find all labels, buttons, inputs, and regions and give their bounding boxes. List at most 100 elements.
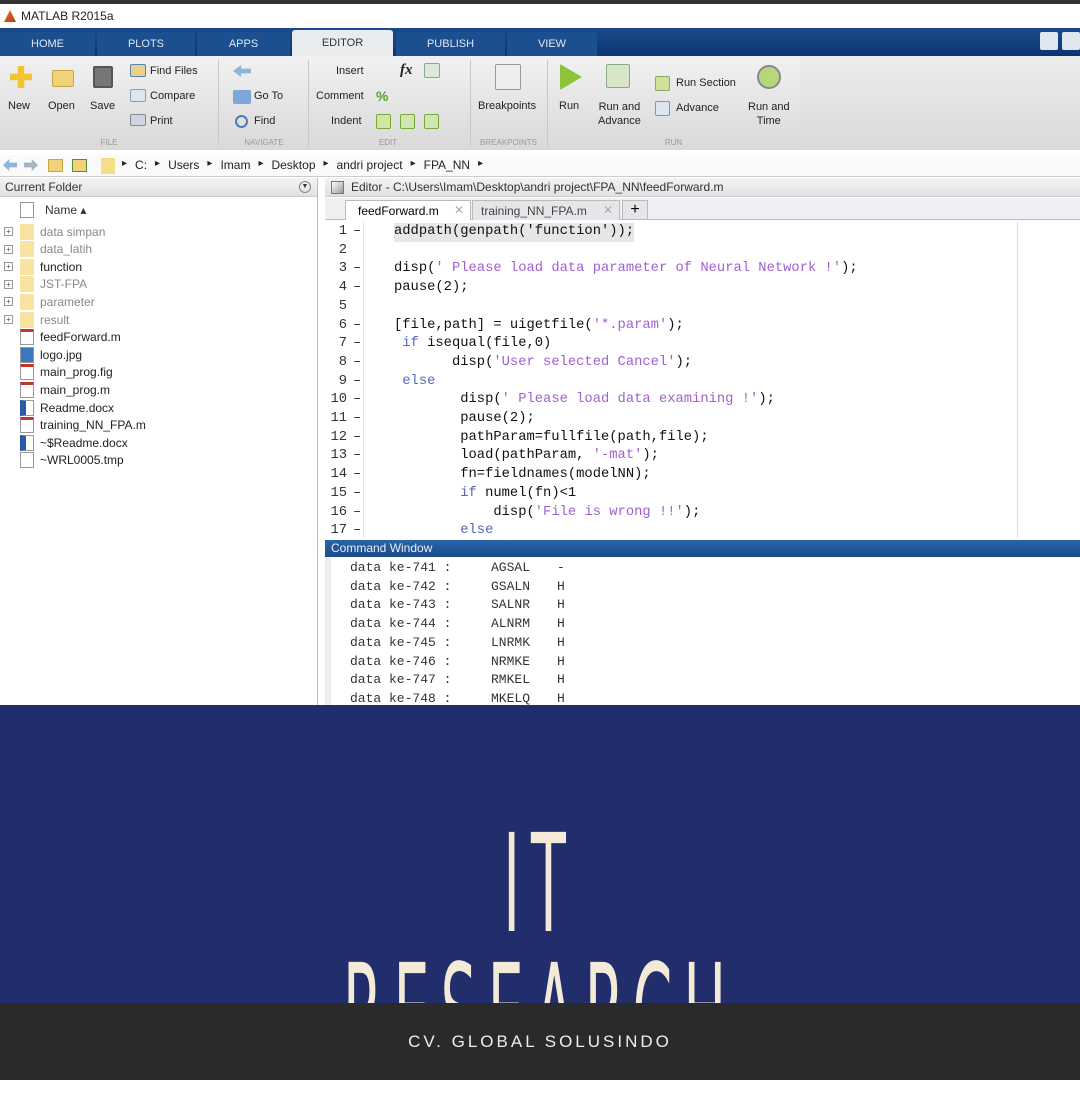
breadcrumb-item[interactable]: FPA_NN (424, 158, 470, 172)
fx-icon[interactable]: fx (400, 62, 413, 79)
code-line[interactable]: 8– disp('User selected Cancel'); (325, 354, 1080, 373)
code-line[interactable]: 6– [file,path] = uigetfile('*.param'); (325, 317, 1080, 336)
code-line[interactable]: 7– if isequal(file,0) (325, 335, 1080, 354)
up-folder-icon[interactable] (48, 159, 63, 172)
breakpoint-marker[interactable]: – (353, 335, 361, 354)
code-line[interactable]: 4– pause(2); (325, 279, 1080, 298)
code-line[interactable]: 12– pathParam=fullfile(path,file); (325, 429, 1080, 448)
file-list-item[interactable]: + parameter (0, 293, 318, 310)
breakpoint-marker[interactable]: – (353, 429, 361, 448)
go-to-button[interactable]: Go To (254, 90, 283, 102)
code-line[interactable]: 3– disp(' Please load data parameter of N… (325, 260, 1080, 279)
code-line[interactable]: 5 (325, 298, 1080, 317)
code-line[interactable]: 10– disp(' Please load data examining !'… (325, 391, 1080, 410)
editor-tab-feedforward[interactable]: feedForward.m ✕ (345, 200, 471, 220)
breakpoint-marker[interactable]: – (353, 317, 361, 336)
increase-indent-icon[interactable] (400, 114, 415, 129)
tab-home[interactable]: HOME (0, 32, 95, 56)
save-button[interactable]: Save (90, 100, 115, 112)
breakpoints-icon[interactable] (495, 64, 521, 90)
breakpoint-marker[interactable]: – (353, 410, 361, 429)
breakpoint-marker[interactable]: – (353, 466, 361, 485)
advance-button[interactable]: Advance (676, 102, 719, 114)
code-line[interactable]: 1– addpath(genpath('function')); (325, 223, 1080, 242)
command-window[interactable]: Command Window data ke-741 : AGSAL - data k… (325, 540, 1080, 706)
expand-icon[interactable]: + (4, 262, 13, 272)
breakpoint-marker[interactable]: – (353, 279, 361, 298)
file-list-item[interactable]: Readme.docx (0, 399, 318, 416)
tab-plots[interactable]: PLOTS (97, 32, 195, 56)
comment-percent-icon[interactable]: % (376, 88, 388, 104)
expand-icon[interactable]: + (4, 279, 13, 289)
breakpoint-marker[interactable]: – (353, 522, 361, 538)
panel-menu-icon[interactable]: ▼ (299, 181, 311, 193)
run-and-time-icon[interactable] (757, 65, 781, 89)
run-and-time-button[interactable]: Run and Time (748, 100, 790, 128)
breakpoints-button[interactable]: Breakpoints (478, 100, 536, 112)
open-folder-icon[interactable] (52, 70, 74, 87)
file-list-item[interactable]: feedForward.m (0, 329, 318, 346)
breakpoint-marker[interactable]: – (353, 391, 361, 410)
file-list-item[interactable]: main_prog.m (0, 381, 318, 398)
breadcrumb-item[interactable]: andri project (337, 158, 403, 172)
insert-function-icon[interactable] (424, 63, 440, 78)
tab-view[interactable]: VIEW (507, 32, 597, 56)
breadcrumb-separator-icon[interactable]: ▸ (155, 158, 160, 172)
breakpoint-marker[interactable]: – (353, 260, 361, 279)
browse-folder-icon[interactable] (72, 159, 87, 172)
file-list-item[interactable]: ~WRL0005.tmp (0, 452, 318, 469)
new-button[interactable]: New (8, 100, 30, 112)
run-button[interactable]: Run (559, 100, 579, 112)
tab-apps[interactable]: APPS (197, 32, 290, 56)
save-disk-icon[interactable] (93, 66, 113, 88)
editor-tab-training[interactable]: training_NN_FPA.m ✕ (472, 200, 620, 220)
breakpoint-marker[interactable]: – (353, 485, 361, 504)
breadcrumb-item[interactable]: Desktop (271, 158, 315, 172)
breadcrumb-separator-icon[interactable]: ▸ (411, 158, 416, 172)
find-button[interactable]: Find (254, 115, 275, 127)
expand-icon[interactable]: + (4, 227, 13, 236)
close-tab-icon[interactable]: ✕ (454, 203, 464, 217)
find-files-button[interactable]: Find Files (150, 65, 198, 77)
file-list-item[interactable]: logo.jpg (0, 346, 318, 363)
smart-indent-icon[interactable] (376, 114, 391, 129)
file-list-item[interactable]: + result (0, 311, 318, 328)
breadcrumb-separator-icon[interactable]: ▸ (324, 158, 329, 172)
code-line[interactable]: 14– fn=fieldnames(modelNN); (325, 466, 1080, 485)
breadcrumb-separator-icon[interactable]: ▸ (207, 158, 212, 172)
code-line[interactable]: 16– disp('File is wrong !!'); (325, 504, 1080, 523)
tab-publish[interactable]: PUBLISH (396, 32, 505, 56)
breadcrumb-separator-icon[interactable]: ▸ (478, 158, 483, 172)
breakpoint-marker[interactable]: – (353, 504, 361, 523)
code-line[interactable]: 9– else (325, 373, 1080, 392)
breadcrumb-item[interactable]: Imam (220, 158, 250, 172)
run-section-button[interactable]: Run Section (676, 77, 736, 89)
run-and-advance-button[interactable]: Run and Advance (598, 100, 641, 128)
expand-icon[interactable]: + (4, 297, 13, 307)
name-column-header[interactable]: Name ▴ (45, 203, 86, 217)
file-list-item[interactable]: training_NN_FPA.m (0, 417, 318, 434)
file-list-item[interactable]: ~$Readme.docx (0, 434, 318, 451)
save-quick-icon[interactable] (1062, 32, 1080, 50)
code-line[interactable]: 17– else (325, 522, 1080, 538)
open-button[interactable]: Open (48, 100, 75, 112)
code-line[interactable]: 13– load(pathParam, '-mat'); (325, 447, 1080, 466)
breakpoint-marker[interactable]: – (353, 373, 361, 392)
file-list-item[interactable]: + data simpan (0, 223, 318, 240)
address-bar[interactable]: ▸ C: ▸ Users ▸ Imam ▸ Desktop ▸ andri project ▸ FPA… (0, 155, 1080, 177)
expand-icon[interactable]: + (4, 244, 13, 254)
breadcrumb-separator-icon[interactable]: ▸ (122, 158, 127, 172)
breadcrumb-separator-icon[interactable]: ▸ (258, 158, 263, 172)
file-list-item[interactable]: + data_latih (0, 241, 318, 258)
forward-icon[interactable] (24, 159, 38, 171)
new-tab-icon[interactable]: + (622, 200, 648, 220)
file-list-item[interactable]: main_prog.fig (0, 364, 318, 381)
code-line[interactable]: 11– pause(2); (325, 410, 1080, 429)
decrease-indent-icon[interactable] (424, 114, 439, 129)
code-area[interactable]: 1– addpath(genpath('function')); 2 3– disp('… (325, 223, 1080, 538)
back-icon[interactable] (3, 159, 17, 171)
quick-access-icon[interactable] (1040, 32, 1058, 50)
compare-button[interactable]: Compare (150, 90, 195, 102)
close-tab-icon[interactable]: ✕ (603, 203, 613, 217)
code-line[interactable]: 15– if numel(fn)<1 (325, 485, 1080, 504)
